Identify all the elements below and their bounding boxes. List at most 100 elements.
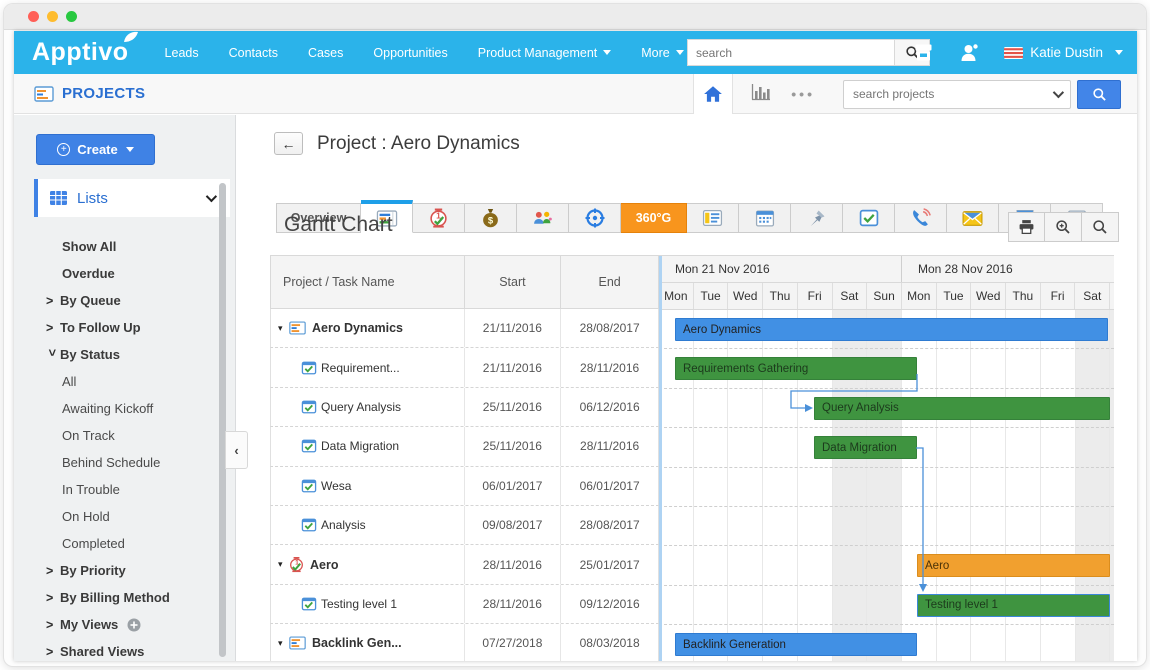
- gantt-task-table: Project / Task Name Start End ▾Aero Dyna…: [270, 255, 659, 661]
- plus-circle-icon: [127, 618, 141, 632]
- table-row[interactable]: ▾Aero Dynamics 21/11/2016 28/08/2017: [270, 309, 659, 348]
- sidebar-item-behind-schedule[interactable]: Behind Schedule: [14, 449, 235, 476]
- gantt-bar-backlink-generation[interactable]: Backlink Generation: [675, 633, 917, 656]
- chevron-right-icon: >: [46, 618, 58, 632]
- sidebar-item-by-status[interactable]: >By Status: [14, 341, 235, 368]
- nav-item-leads[interactable]: Leads: [165, 46, 199, 60]
- sidebar-item-by-queue[interactable]: >By Queue: [14, 287, 235, 314]
- create-button[interactable]: + Create: [36, 134, 155, 165]
- sidebar-scrollbar[interactable]: [219, 183, 226, 657]
- nav-item-contacts[interactable]: Contacts: [229, 46, 278, 60]
- phone-icon: [910, 208, 931, 228]
- sidebar-item-in-trouble[interactable]: In Trouble: [14, 476, 235, 503]
- tab-calls[interactable]: [895, 203, 947, 233]
- app-header-bar: PROJECTS •••: [14, 74, 1137, 114]
- app-title: PROJECTS: [34, 85, 145, 102]
- back-button[interactable]: ←: [274, 132, 303, 155]
- project-search-input[interactable]: [844, 87, 1043, 101]
- sidebar-item-on-hold[interactable]: On Hold: [14, 503, 235, 530]
- timer-icon: 1: [429, 208, 448, 228]
- table-row[interactable]: Wesa 06/01/2017 06/01/2017: [270, 467, 659, 506]
- project-icon: [289, 636, 306, 650]
- expand-caret-icon[interactable]: ▾: [278, 559, 289, 570]
- tab-timesheets[interactable]: 1: [413, 203, 465, 233]
- print-button[interactable]: [1008, 212, 1045, 242]
- expand-caret-icon[interactable]: ▾: [278, 638, 289, 649]
- tab-budget[interactable]: $: [465, 203, 517, 233]
- table-row[interactable]: Data Migration 25/11/2016 28/11/2016: [270, 427, 659, 466]
- maximize-window-icon[interactable]: [66, 11, 77, 22]
- sidebar: + Create Lists Show All Overdue >By Queu…: [14, 115, 236, 661]
- table-row[interactable]: ▾1Aero 28/11/2016 25/01/2017: [270, 545, 659, 584]
- caret-down-icon: [126, 147, 134, 152]
- minimize-window-icon[interactable]: [47, 11, 58, 22]
- content-area: + Create Lists Show All Overdue >By Queu…: [14, 115, 1137, 661]
- user-menu[interactable]: Katie Dustin: [1004, 45, 1123, 60]
- gantt-bar-requirements-gathering[interactable]: Requirements Gathering: [675, 357, 917, 380]
- target-icon: [585, 208, 605, 228]
- home-button[interactable]: [693, 74, 733, 114]
- tab-360-view[interactable]: 360°G: [621, 203, 687, 233]
- add-view-button[interactable]: [127, 618, 141, 632]
- sidebar-item-awaiting-kickoff[interactable]: Awaiting Kickoff: [14, 395, 235, 422]
- table-row[interactable]: Analysis 09/08/2017 28/08/2017: [270, 506, 659, 545]
- chevron-right-icon: >: [46, 564, 58, 578]
- gantt-bar-query-analysis[interactable]: Query Analysis: [814, 397, 1110, 420]
- sidebar-item-by-priority[interactable]: >By Priority: [14, 557, 235, 584]
- tab-calendar[interactable]: [739, 203, 791, 233]
- nav-links: Leads Contacts Cases Opportunities Produ…: [165, 46, 714, 60]
- tab-team[interactable]: [517, 203, 569, 233]
- sidebar-item-shared-views[interactable]: >Shared Views: [14, 638, 235, 661]
- sidebar-item-overdue[interactable]: Overdue: [14, 260, 235, 287]
- navbar-right: Katie Dustin: [887, 31, 1123, 74]
- close-window-icon[interactable]: [28, 11, 39, 22]
- gantt-bar-testing-level-1[interactable]: Testing level 1: [917, 594, 1110, 617]
- gantt-bar-aero[interactable]: Aero: [917, 554, 1110, 577]
- home-icon: [703, 85, 723, 103]
- tab-news-feed[interactable]: [687, 203, 739, 233]
- search-options-dropdown[interactable]: [1043, 81, 1070, 108]
- reports-button[interactable]: [751, 83, 771, 106]
- sidebar-item-completed[interactable]: Completed: [14, 530, 235, 557]
- bar-chart-icon: [751, 83, 771, 101]
- sidebar-item-my-views[interactable]: >My Views: [14, 611, 235, 638]
- sidebar-item-to-follow-up[interactable]: >To Follow Up: [14, 314, 235, 341]
- nav-item-product-management[interactable]: Product Management: [478, 46, 612, 60]
- sidebar-item-show-all[interactable]: Show All: [14, 233, 235, 260]
- chevron-expanded-icon: >: [45, 349, 59, 361]
- task-icon: [301, 479, 317, 493]
- table-row[interactable]: ▾Backlink Gen... 07/27/2018 08/03/2018: [270, 624, 659, 661]
- sidebar-item-all[interactable]: All: [14, 368, 235, 395]
- table-header: Project / Task Name Start End: [270, 255, 659, 309]
- nav-item-cases[interactable]: Cases: [308, 46, 343, 60]
- sidebar-collapse-button[interactable]: ‹: [225, 431, 248, 469]
- sidebar-item-on-track[interactable]: On Track: [14, 422, 235, 449]
- expand-caret-icon[interactable]: ▾: [278, 323, 289, 334]
- sidebar-item-by-billing-method[interactable]: >By Billing Method: [14, 584, 235, 611]
- store-icon[interactable]: [913, 43, 934, 62]
- user-name: Katie Dustin: [1030, 45, 1103, 60]
- more-options-button[interactable]: •••: [791, 86, 815, 102]
- gantt-bar-aero-dynamics[interactable]: Aero Dynamics: [675, 318, 1108, 341]
- global-search-input[interactable]: [687, 39, 894, 66]
- gantt-bar-data-migration[interactable]: Data Migration: [814, 436, 917, 459]
- tab-target[interactable]: [569, 203, 621, 233]
- calendar-icon: [755, 209, 775, 227]
- zoom-out-button[interactable]: [1082, 212, 1119, 242]
- nav-item-opportunities[interactable]: Opportunities: [373, 46, 447, 60]
- gantt-week-header: Mon 21 Nov 2016 Mon 28 Nov 2016: [659, 256, 1114, 283]
- project-search: [843, 80, 1071, 109]
- apptivo-logo[interactable]: Apptivo: [32, 38, 143, 67]
- table-row[interactable]: Testing level 1 28/11/2016 09/12/2016: [270, 585, 659, 624]
- sidebar-lists-header[interactable]: Lists: [34, 179, 230, 217]
- tab-emails[interactable]: [947, 203, 999, 233]
- chevron-right-icon: >: [46, 294, 58, 308]
- table-row[interactable]: Requirement... 21/11/2016 28/11/2016: [270, 348, 659, 387]
- tab-tasks[interactable]: [843, 203, 895, 233]
- table-row[interactable]: Query Analysis 25/11/2016 06/12/2016: [270, 388, 659, 427]
- tab-follow-ups[interactable]: [791, 203, 843, 233]
- nav-item-more[interactable]: More: [641, 46, 683, 60]
- user-icon[interactable]: [960, 43, 980, 62]
- project-search-button[interactable]: [1077, 80, 1121, 109]
- zoom-in-button[interactable]: [1045, 212, 1082, 242]
